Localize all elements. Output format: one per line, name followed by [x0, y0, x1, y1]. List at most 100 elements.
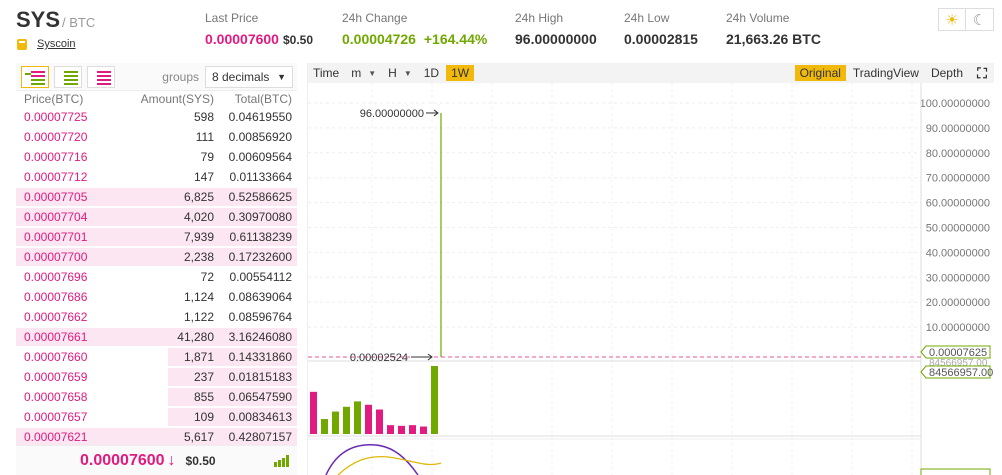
order-total: 0.01815183 — [228, 370, 292, 384]
coin-name-link[interactable]: Syscoin — [37, 38, 76, 50]
order-book-row[interactable]: 0.00007700 2,238 0.17232600 — [16, 247, 297, 267]
order-total: 0.06547590 — [228, 390, 292, 404]
order-total: 0.61138239 — [229, 230, 292, 244]
order-amount: 1,871 — [183, 350, 214, 364]
order-amount: 6,825 — [183, 190, 214, 204]
order-book-row[interactable]: 0.00007621 5,617 0.42807157 — [16, 427, 297, 447]
volume-bar — [365, 404, 372, 434]
high-annotation: 96.00000000 — [360, 108, 424, 120]
order-amount: 1,122 — [183, 310, 214, 324]
order-book-row[interactable]: 0.00007704 4,020 0.30970080 — [16, 207, 297, 227]
order-price: 0.00007716 — [24, 150, 88, 164]
order-book-row[interactable]: 0.00007725 598 0.04619550 — [16, 107, 297, 127]
y-tick-label: 60.00000000 — [926, 198, 990, 210]
moon-icon[interactable]: ☾ — [966, 8, 994, 31]
chart-toolbar: Time m ▼ H ▼ 1D 1W Original TradingView De… — [308, 63, 994, 83]
y-tick-label: 20.00000000 — [926, 297, 990, 309]
order-book-row[interactable]: 0.00007662 1,122 0.08596764 — [16, 307, 297, 327]
volume-bar — [354, 401, 361, 434]
depth-chart-button[interactable]: Depth — [926, 65, 968, 81]
order-amount: 41,280 — [177, 330, 214, 344]
time-button[interactable]: Time — [308, 65, 344, 81]
order-book-row[interactable]: 0.00007720 111 0.00856920 — [16, 127, 297, 147]
order-book-rows: 0.00007725 598 0.04619550 0.00007720 111 0.00… — [16, 107, 297, 447]
hour-label: H — [388, 66, 397, 80]
order-price: 0.00007661 — [24, 330, 88, 344]
minute-interval-select[interactable]: m ▼ — [346, 65, 381, 81]
order-total: 0.00834613 — [228, 410, 292, 424]
original-chart-button[interactable]: Original — [794, 65, 846, 81]
order-book-row[interactable]: 0.00007660 1,871 0.14331860 — [16, 347, 297, 367]
info-icon — [17, 38, 27, 50]
groups-value: 8 decimals — [212, 69, 270, 84]
book-asks-view-icon[interactable] — [87, 65, 115, 88]
y-tick-label: 30.00000000 — [926, 272, 990, 284]
groups-select[interactable]: 8 decimals ▼ — [205, 65, 293, 88]
chevron-down-icon: ▼ — [277, 71, 286, 82]
volume-bar — [343, 406, 350, 434]
y-tick-label: 70.00000000 — [926, 173, 990, 185]
volume-bar — [420, 426, 427, 434]
y-tick-label: 10.00000000 — [926, 322, 990, 334]
last-price-usd: $0.50 — [185, 453, 216, 468]
coin-info: Syscoin — [17, 38, 76, 50]
interval-1d-button[interactable]: 1D — [419, 65, 444, 81]
order-price: 0.00007701 — [24, 230, 88, 244]
order-price: 0.00007657 — [24, 410, 88, 424]
col-total: Total(BTC) — [234, 92, 292, 106]
theme-toggle: ☀ ☾ — [938, 8, 994, 31]
high-label: 24h High — [515, 11, 564, 25]
y-tick-label: 50.00000000 — [926, 223, 990, 235]
market-header: SYS / BTC Syscoin Last Price 0.00007600 $0… — [0, 0, 1002, 62]
hour-interval-select[interactable]: H ▼ — [383, 65, 417, 81]
y-tick-label: 90.00000000 — [926, 123, 990, 135]
order-book-row[interactable]: 0.00007696 72 0.00554112 — [16, 267, 297, 287]
price-chart-panel: Time m ▼ H ▼ 1D 1W Original TradingView De… — [307, 63, 994, 475]
order-amount: 2,238 — [183, 250, 214, 264]
order-total: 0.00609564 — [228, 150, 292, 164]
tradingview-chart-button[interactable]: TradingView — [848, 65, 924, 81]
chart-canvas[interactable]: 100.00000000 90.00000000 80.00000000 70.000… — [308, 83, 994, 475]
order-amount: 7,939 — [183, 230, 214, 244]
order-book-row[interactable]: 0.00007661 41,280 3.16246080 — [16, 327, 297, 347]
volume-stat: 24h Volume 21,663.26 BTC — [726, 11, 821, 47]
volume-value: 21,663.26 BTC — [726, 31, 821, 47]
order-price: 0.00007686 — [24, 290, 88, 304]
order-amount: 4,020 — [183, 210, 214, 224]
order-book-row[interactable]: 0.00007659 237 0.01815183 — [16, 367, 297, 387]
y-tick-label: 100.00000000 — [920, 98, 990, 110]
fullscreen-icon[interactable]: ⛶ — [973, 65, 991, 81]
order-price: 0.00007712 — [24, 170, 88, 184]
low-label: 24h Low — [624, 11, 670, 25]
order-amount: 72 — [200, 270, 214, 284]
order-price: 0.00007720 — [24, 130, 88, 144]
volume-bar — [376, 409, 383, 434]
order-book-row[interactable]: 0.00007712 147 0.01133664 — [16, 167, 297, 187]
order-price: 0.00007725 — [24, 110, 88, 124]
order-amount: 237 — [193, 370, 214, 384]
order-book-row[interactable]: 0.00007705 6,825 0.52586625 — [16, 187, 297, 207]
order-book-row[interactable]: 0.00007657 109 0.00834613 — [16, 407, 297, 427]
book-bids-view-icon[interactable] — [54, 65, 82, 88]
indicator-line-yellow — [337, 455, 442, 475]
interval-1w-button[interactable]: 1W — [446, 65, 475, 81]
indicator-tag — [920, 468, 991, 475]
volume-bar — [332, 411, 339, 434]
order-total: 0.00856920 — [228, 130, 292, 144]
order-book-row[interactable]: 0.00007701 7,939 0.61138239 — [16, 227, 297, 247]
high-stat: 24h High 96.00000000 — [515, 11, 597, 47]
order-amount: 109 — [193, 410, 214, 424]
order-book-row[interactable]: 0.00007716 79 0.00609564 — [16, 147, 297, 167]
order-price: 0.00007700 — [24, 250, 88, 264]
order-book-row[interactable]: 0.00007686 1,124 0.08639064 — [16, 287, 297, 307]
order-total: 0.08596764 — [228, 310, 292, 324]
sun-icon[interactable]: ☀ — [938, 8, 966, 31]
high-value: 96.00000000 — [515, 31, 597, 47]
volume-bar — [321, 419, 328, 434]
low-annotation: 0.00002524 — [350, 352, 408, 364]
book-both-view-icon[interactable] — [21, 65, 49, 88]
order-total: 0.30970080 — [228, 210, 292, 224]
order-price: 0.00007659 — [24, 370, 88, 384]
order-book-row[interactable]: 0.00007658 855 0.06547590 — [16, 387, 297, 407]
order-total: 0.14331860 — [228, 350, 292, 364]
